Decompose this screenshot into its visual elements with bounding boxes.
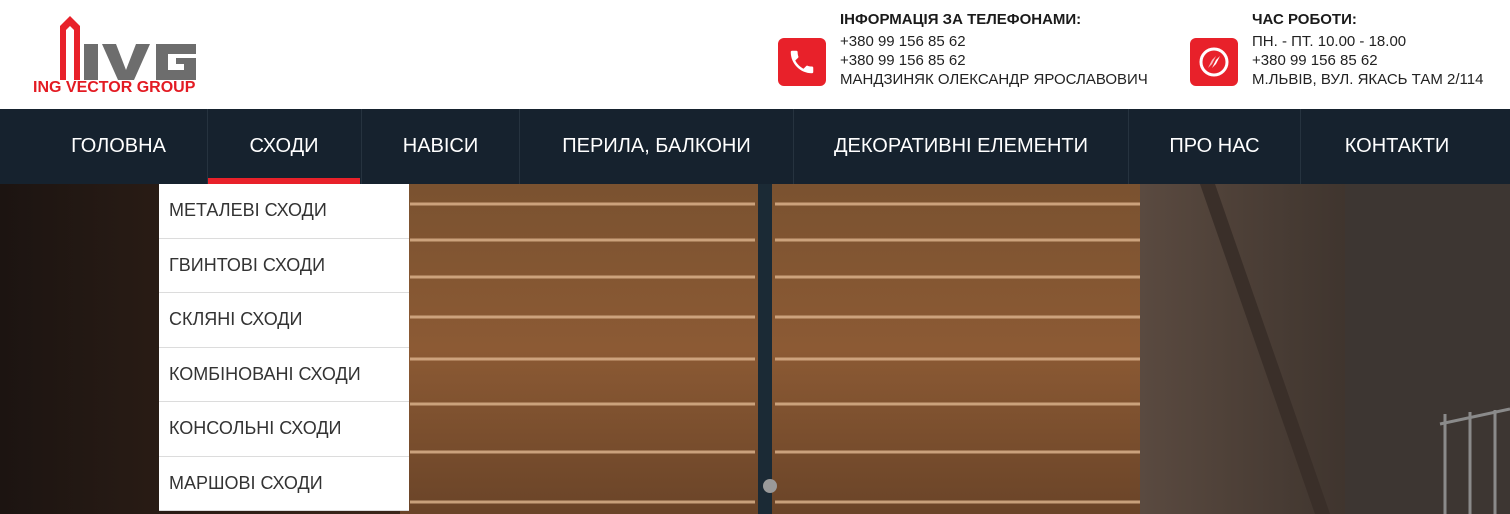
nav-item-home[interactable]: ГОЛОВНА: [30, 109, 207, 184]
nav-item-stairs[interactable]: СХОДИ: [208, 109, 360, 196]
nav-item-canopies[interactable]: НАВІСИ: [362, 109, 519, 184]
stairs-dropdown-menu: МЕТАЛЕВІ СХОДИ ГВИНТОВІ СХОДИ СКЛЯНІ СХО…: [159, 184, 409, 511]
logo-mark: [60, 16, 196, 80]
main-nav: ГОЛОВНА СХОДИ НАВІСИ ПЕРИЛА, БАЛКОНИ ДЕК…: [0, 109, 1510, 196]
logo-text: ING VECTOR GROUP: [33, 79, 196, 96]
phone-number-3[interactable]: +380 99 156 85 62: [1252, 51, 1483, 70]
dropdown-item-combined-stairs[interactable]: КОМБІНОВАНІ СХОДИ: [159, 348, 409, 402]
site-header: ING VECTOR GROUP ІНФОРМАЦІЯ ЗА ТЕЛЕФОНАМ…: [0, 0, 1510, 109]
nav-item-railings[interactable]: ПЕРИЛА, БАЛКОНИ: [520, 109, 793, 184]
dropdown-item-spiral-stairs[interactable]: ГВИНТОВІ СХОДИ: [159, 239, 409, 293]
phone-icon: [778, 38, 826, 86]
phones-title: ІНФОРМАЦІЯ ЗА ТЕЛЕФОНАМИ:: [840, 11, 1082, 28]
nav-item-contacts[interactable]: КОНТАКТИ: [1301, 109, 1493, 184]
dropdown-item-glass-stairs[interactable]: СКЛЯНІ СХОДИ: [159, 293, 409, 348]
nav-item-label: СХОДИ: [249, 135, 319, 157]
phone-number-2[interactable]: +380 99 156 85 62: [840, 51, 1148, 70]
nav-item-decorative[interactable]: ДЕКОРАТИВНІ ЕЛЕМЕНТИ: [794, 109, 1128, 184]
dropdown-item-metal-stairs[interactable]: МЕТАЛЕВІ СХОДИ: [159, 184, 409, 239]
dropdown-item-cantilever-stairs[interactable]: КОНСОЛЬНІ СХОДИ: [159, 402, 409, 457]
address: М.ЛЬВІВ, ВУЛ. ЯКАСЬ ТАМ 2/114: [1252, 71, 1484, 88]
working-hours: ПН. - ПТ. 10.00 - 18.00: [1252, 33, 1407, 50]
compass-icon: [1190, 38, 1238, 86]
phone-number-1[interactable]: +380 99 156 85 62: [840, 32, 1148, 51]
nav-item-about[interactable]: ПРО НАС: [1129, 109, 1300, 184]
dropdown-item-straight-stairs[interactable]: МАРШОВІ СХОДИ: [159, 457, 409, 511]
logo[interactable]: ING VECTOR GROUP: [30, 10, 200, 102]
contact-person: МАНДЗИНЯК ОЛЕКСАНДР ЯРОСЛАВОВИЧ: [840, 71, 1148, 88]
hours-title: ЧАС РОБОТИ:: [1252, 11, 1357, 28]
